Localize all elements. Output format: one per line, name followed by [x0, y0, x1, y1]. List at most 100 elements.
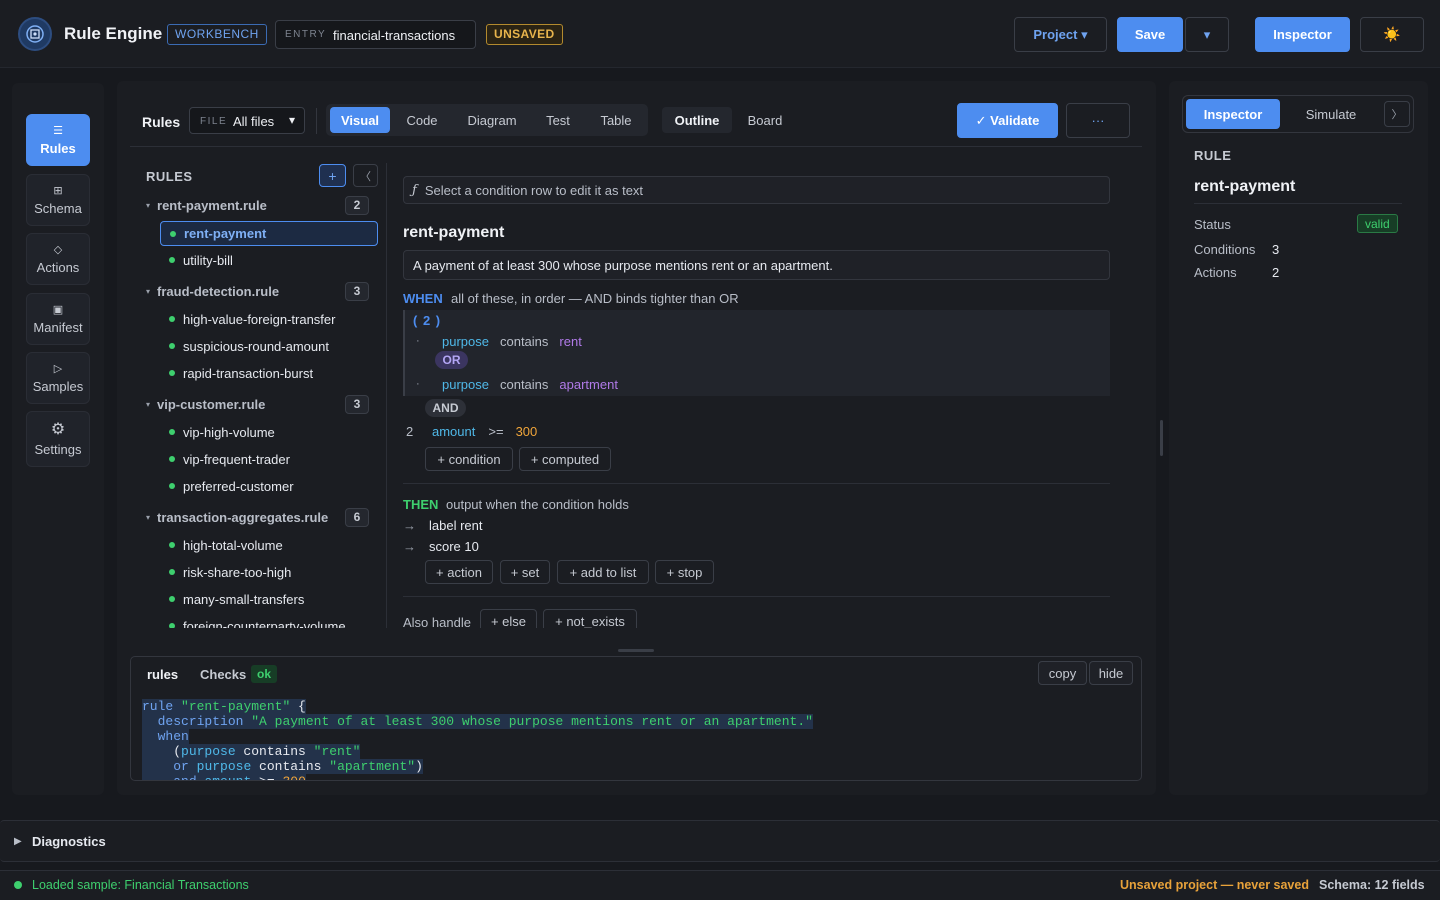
tree-rule-suspicious-round-amount[interactable]: suspicious-round-amount: [160, 334, 378, 359]
play-icon: ▷: [53, 362, 63, 375]
tab-visual[interactable]: Visual: [330, 107, 390, 133]
arrow-right-icon: →: [403, 517, 416, 533]
add-set-button[interactable]: + set: [500, 560, 550, 584]
tree-rule-label: many-small-transfers: [183, 592, 305, 607]
tree-rule-vip-frequent-trader[interactable]: vip-frequent-trader: [160, 447, 378, 472]
hide-button[interactable]: hide: [1089, 661, 1133, 685]
action-row[interactable]: → label rent: [403, 516, 482, 534]
rule-count-badge: 6: [345, 507, 369, 527]
add-not-exists-button[interactable]: + not_exists: [543, 609, 637, 628]
copy-button[interactable]: copy: [1038, 661, 1087, 685]
tab-code[interactable]: Code: [394, 107, 450, 133]
tree-file-name: fraud-detection.rule: [157, 283, 280, 299]
status-dot-icon: [169, 316, 175, 322]
entry-selector[interactable]: ENTRY financial-transactions: [275, 20, 476, 49]
theme-toggle-icon[interactable]: ☀️: [1360, 17, 1424, 52]
add-action-button[interactable]: + action: [425, 560, 493, 584]
more-options-button[interactable]: ···: [1066, 103, 1130, 138]
then-note: output when the condition holds: [446, 497, 629, 512]
unsaved-status: Unsaved project — never saved: [1120, 878, 1309, 892]
condition-field: amount: [432, 423, 476, 439]
action-text: label rent: [429, 517, 483, 533]
action-row[interactable]: → score 10: [403, 537, 479, 555]
schema-status: Schema: 12 fields: [1319, 878, 1425, 892]
tree-rule-label: preferred-customer: [183, 479, 294, 494]
or-connector[interactable]: OR: [435, 351, 468, 369]
tab-rules-source[interactable]: rules: [147, 667, 178, 682]
tree-rule-vip-high-volume[interactable]: vip-high-volume: [160, 420, 378, 445]
status-dot-icon: [169, 370, 175, 376]
project-menu-button[interactable]: Project ▾: [1014, 17, 1107, 52]
tree-file-rent-payment[interactable]: ▾ rent-payment.rule 2: [146, 195, 378, 215]
expand-triangle-icon: ▾: [146, 286, 151, 296]
add-condition-button[interactable]: + condition: [425, 447, 513, 471]
nav-samples[interactable]: ▷ Samples: [26, 352, 90, 404]
tab-simulate[interactable]: Simulate: [1285, 99, 1377, 129]
add-else-button[interactable]: + else: [480, 609, 537, 628]
also-handle-row: Also handle + else + not_exists: [388, 605, 1141, 628]
tree-file-fraud-detection[interactable]: ▾ fraud-detection.rule 3: [146, 281, 378, 301]
when-keyword: WHEN: [403, 291, 443, 306]
condition-hint-bar[interactable]: ƒ Select a condition row to edit it as t…: [403, 176, 1110, 204]
add-to-list-button[interactable]: + add to list: [557, 560, 649, 584]
bullet-icon: ·: [416, 335, 420, 347]
tree-rule-rapid-transaction-burst[interactable]: rapid-transaction-burst: [160, 361, 378, 386]
tab-inspector[interactable]: Inspector: [1186, 99, 1280, 129]
inspector-toggle-button[interactable]: Inspector: [1255, 17, 1350, 52]
file-filter-select[interactable]: FILE All files ▾: [189, 107, 305, 134]
diagnostics-bar[interactable]: [0, 820, 1440, 862]
add-stop-button[interactable]: + stop: [655, 560, 714, 584]
condition-row[interactable]: · purpose contains apartment: [416, 376, 716, 392]
tree-rule-many-small-transfers[interactable]: many-small-transfers: [160, 587, 378, 612]
rule-count-badge: 2: [345, 195, 369, 215]
rule-description-field[interactable]: A payment of at least 300 whose purpose …: [403, 250, 1110, 280]
tree-rule-foreign-counterparty-volume[interactable]: foreign-counterparty-volume: [160, 614, 378, 628]
nav-rules[interactable]: ☰ Rules: [26, 114, 90, 166]
diagnostics-label[interactable]: Diagnostics: [32, 834, 106, 849]
tree-file-vip-customer[interactable]: ▾ vip-customer.rule 3: [146, 394, 378, 414]
tree-file-name: transaction-aggregates.rule: [157, 509, 329, 525]
tab-diagram[interactable]: Diagram: [454, 107, 530, 133]
tree-rule-rent-payment[interactable]: rent-payment: [160, 221, 378, 246]
condition-row[interactable]: · purpose contains rent: [416, 333, 716, 349]
rule-source-code[interactable]: rule "rent-payment" { description "A pay…: [142, 699, 1132, 780]
expand-triangle-icon[interactable]: ▶: [14, 836, 22, 847]
validate-button[interactable]: ✓ Validate: [957, 103, 1058, 138]
and-connector[interactable]: AND: [425, 399, 466, 417]
status-dot-icon: [170, 231, 176, 237]
panel-resize-handle[interactable]: [618, 649, 654, 652]
actions-value: 2: [1272, 265, 1280, 280]
nav-settings[interactable]: ⚙ Settings: [26, 411, 90, 467]
nav-actions[interactable]: ◇ Actions: [26, 233, 90, 285]
tree-rule-utility-bill[interactable]: utility-bill: [160, 248, 378, 273]
rules-toolbar-title: Rules: [142, 114, 181, 130]
tab-board[interactable]: Board: [737, 107, 793, 133]
tree-rule-label: rapid-transaction-burst: [183, 366, 314, 381]
condition-operator: >=: [488, 423, 504, 439]
tree-file-transaction-aggregates[interactable]: ▾ transaction-aggregates.rule 6: [146, 507, 378, 527]
tab-table[interactable]: Table: [588, 107, 644, 133]
left-nav: ☰ Rules ⊞ Schema ◇ Actions ▣ Manifest ▷ …: [12, 83, 104, 795]
status-dot-icon: [14, 881, 22, 889]
nav-schema[interactable]: ⊞ Schema: [26, 174, 90, 226]
toolbar-separator: [130, 146, 1142, 147]
conditions-key: Conditions: [1194, 242, 1256, 257]
tree-rule-label: rent-payment: [184, 226, 267, 241]
tree-rule-high-total-volume[interactable]: high-total-volume: [160, 533, 378, 558]
tab-test[interactable]: Test: [534, 107, 582, 133]
status-dot-icon: [169, 456, 175, 462]
tab-checks[interactable]: Checks: [200, 667, 246, 682]
tree-rule-preferred-customer[interactable]: preferred-customer: [160, 474, 378, 499]
inspector-resize-handle[interactable]: [1160, 420, 1163, 456]
save-options-button[interactable]: ▾: [1185, 17, 1229, 52]
save-button[interactable]: Save: [1117, 17, 1183, 52]
condition-row[interactable]: 2 amount >= 300: [406, 423, 706, 439]
chevron-right-icon[interactable]: 〉: [1384, 101, 1410, 127]
tree-rule-risk-share-too-high[interactable]: risk-share-too-high: [160, 560, 378, 585]
tree-rule-high-value-foreign-transfer[interactable]: high-value-foreign-transfer: [160, 307, 378, 332]
tree-rule-label: high-total-volume: [183, 538, 283, 553]
nav-rules-label: Rules: [40, 140, 76, 156]
nav-manifest[interactable]: ▣ Manifest: [26, 293, 90, 345]
tab-outline[interactable]: Outline: [662, 107, 732, 133]
add-computed-button[interactable]: + computed: [519, 447, 611, 471]
